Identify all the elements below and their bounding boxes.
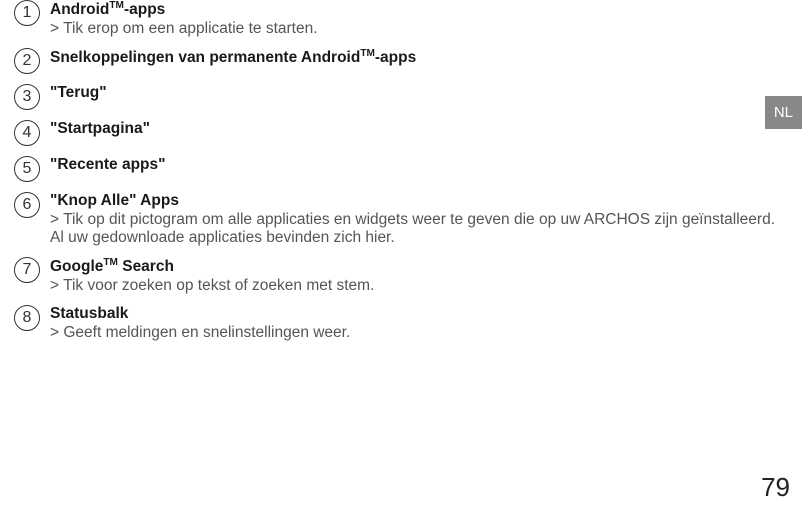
item-text-block: Statusbalk > Geeft meldingen en snelinst… — [50, 305, 788, 342]
item-number-circle: 7 — [14, 257, 40, 283]
item-number-circle: 5 — [14, 156, 40, 182]
list-item: 1 AndroidTM-apps > Tik erop om een appli… — [14, 0, 788, 38]
item-title: "Knop Alle" Apps — [50, 192, 788, 210]
item-description: > Tik voor zoeken op tekst of zoeken met… — [50, 277, 788, 295]
title-pre: Google — [50, 258, 103, 275]
list-item: 8 Statusbalk > Geeft meldingen en snelin… — [14, 305, 788, 342]
list-item: 3 "Terug" — [14, 84, 788, 110]
item-title: GoogleTM Search — [50, 257, 788, 276]
title-pre: "Terug" — [50, 84, 107, 101]
item-description: > Geeft meldingen en snelinstellingen we… — [50, 324, 788, 342]
item-number-circle: 2 — [14, 48, 40, 74]
item-text-block: "Startpagina" — [50, 120, 788, 138]
list-item: 2 Snelkoppelingen van permanente Android… — [14, 48, 788, 74]
item-text-block: GoogleTM Search > Tik voor zoeken op tek… — [50, 257, 788, 295]
item-number-circle: 8 — [14, 305, 40, 331]
title-superscript: TM — [103, 257, 118, 268]
list-item: 6 "Knop Alle" Apps > Tik op dit pictogra… — [14, 192, 788, 247]
item-description: > Tik op dit pictogram om alle applicati… — [50, 211, 788, 247]
title-pre: "Knop Alle" Apps — [50, 192, 179, 209]
title-post: -apps — [375, 49, 416, 66]
item-text-block: Snelkoppelingen van permanente AndroidTM… — [50, 48, 788, 67]
item-title: AndroidTM-apps — [50, 0, 788, 19]
title-superscript: TM — [109, 0, 124, 11]
item-text-block: "Recente apps" — [50, 156, 788, 174]
item-title: "Recente apps" — [50, 156, 788, 174]
item-description: > Tik erop om een applicatie te starten. — [50, 20, 788, 38]
item-number-circle: 4 — [14, 120, 40, 146]
page-number: 79 — [761, 472, 790, 503]
item-title: Snelkoppelingen van permanente AndroidTM… — [50, 48, 788, 67]
item-number-circle: 1 — [14, 0, 40, 26]
title-pre: Snelkoppelingen van permanente Android — [50, 49, 360, 66]
title-post: -apps — [124, 1, 165, 18]
list-item: 7 GoogleTM Search > Tik voor zoeken op t… — [14, 257, 788, 295]
title-pre: Android — [50, 1, 109, 18]
item-text-block: "Knop Alle" Apps > Tik op dit pictogram … — [50, 192, 788, 247]
item-text-block: "Terug" — [50, 84, 788, 102]
item-title: "Terug" — [50, 84, 788, 102]
content-area: 1 AndroidTM-apps > Tik erop om een appli… — [0, 0, 802, 342]
item-number-circle: 6 — [14, 192, 40, 218]
list-item: 5 "Recente apps" — [14, 156, 788, 182]
item-title: "Startpagina" — [50, 120, 788, 138]
title-superscript: TM — [360, 48, 375, 59]
title-pre: "Startpagina" — [50, 120, 150, 137]
item-number-circle: 3 — [14, 84, 40, 110]
item-title: Statusbalk — [50, 305, 788, 323]
list-item: 4 "Startpagina" — [14, 120, 788, 146]
language-tab: NL — [765, 96, 802, 129]
title-pre: "Recente apps" — [50, 156, 166, 173]
item-text-block: AndroidTM-apps > Tik erop om een applica… — [50, 0, 788, 38]
title-post: Search — [118, 258, 174, 275]
title-pre: Statusbalk — [50, 305, 128, 322]
